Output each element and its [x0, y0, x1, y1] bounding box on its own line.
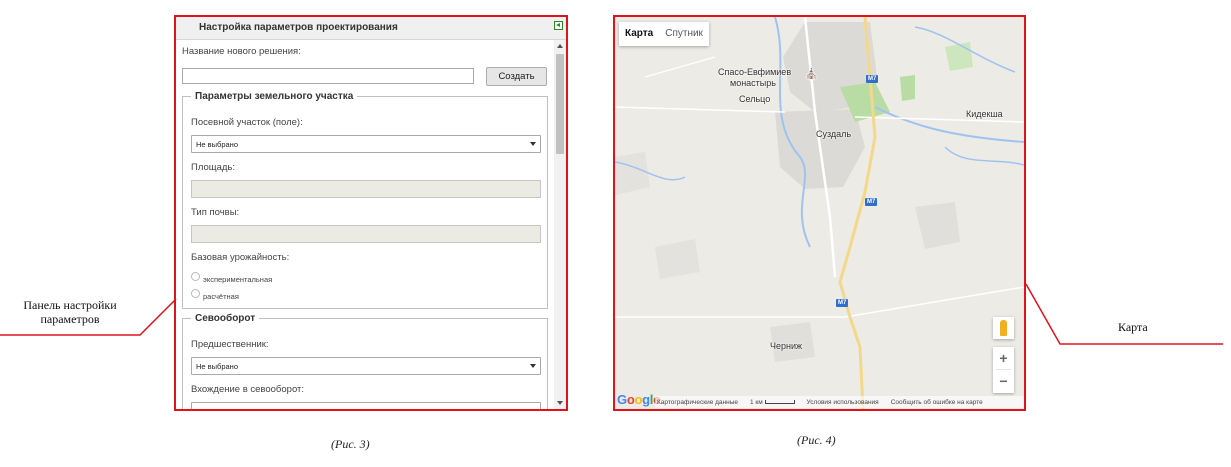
callout-lines — [0, 283, 1223, 345]
caption-fig3: (Рис. 3) — [331, 437, 370, 451]
callout-line-right — [1025, 283, 1223, 345]
caption-fig4: (Рис. 4) — [797, 433, 836, 447]
callout-map-label: Карта — [1118, 320, 1148, 334]
callout-panel-label: Панель настройки параметров — [23, 298, 117, 326]
